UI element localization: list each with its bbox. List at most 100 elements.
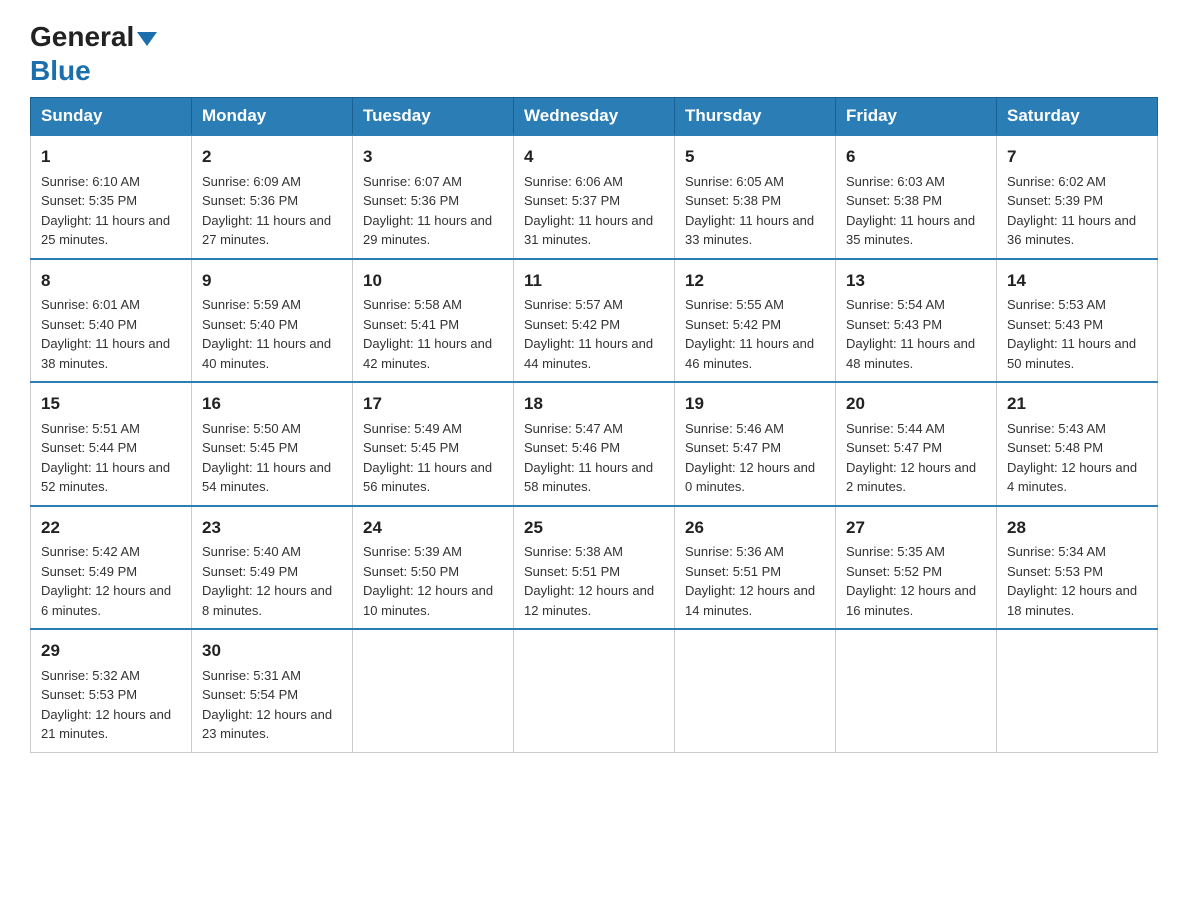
calendar-header-tuesday: Tuesday: [353, 98, 514, 136]
calendar-day-cell: 6Sunrise: 6:03 AMSunset: 5:38 PMDaylight…: [836, 135, 997, 259]
calendar-header-wednesday: Wednesday: [514, 98, 675, 136]
calendar-day-cell: 26 Sunrise: 5:36 AMSunset: 5:51 PMDayligh…: [675, 506, 836, 630]
calendar-header-monday: Monday: [192, 98, 353, 136]
day-info: Sunrise: 5:40 AMSunset: 5:49 PMDaylight:…: [202, 544, 332, 618]
calendar-day-cell: 16 Sunrise: 5:50 AMSunset: 5:45 PMDayligh…: [192, 382, 353, 506]
calendar-day-cell: 14 Sunrise: 5:53 AMSunset: 5:43 PMDayligh…: [997, 259, 1158, 383]
day-info: Sunrise: 5:53 AMSunset: 5:43 PMDaylight:…: [1007, 297, 1136, 371]
day-number: 5: [685, 144, 825, 170]
day-info: Sunrise: 6:05 AMSunset: 5:38 PMDaylight:…: [685, 174, 814, 248]
day-number: 15: [41, 391, 181, 417]
calendar-day-cell: 13Sunrise: 5:54 AMSunset: 5:43 PMDayligh…: [836, 259, 997, 383]
calendar-week-row: 22 Sunrise: 5:42 AMSunset: 5:49 PMDayligh…: [31, 506, 1158, 630]
day-number: 20: [846, 391, 986, 417]
day-info: Sunrise: 5:47 AMSunset: 5:46 PMDaylight:…: [524, 421, 653, 495]
day-number: 16: [202, 391, 342, 417]
day-info: Sunrise: 6:07 AMSunset: 5:36 PMDaylight:…: [363, 174, 492, 248]
calendar-day-cell: 23 Sunrise: 5:40 AMSunset: 5:49 PMDayligh…: [192, 506, 353, 630]
calendar-header-friday: Friday: [836, 98, 997, 136]
day-number: 1: [41, 144, 181, 170]
day-info: Sunrise: 6:01 AMSunset: 5:40 PMDaylight:…: [41, 297, 170, 371]
calendar-day-cell: 29Sunrise: 5:32 AMSunset: 5:53 PMDayligh…: [31, 629, 192, 752]
day-info: Sunrise: 5:59 AMSunset: 5:40 PMDaylight:…: [202, 297, 331, 371]
day-info: Sunrise: 5:34 AMSunset: 5:53 PMDaylight:…: [1007, 544, 1137, 618]
day-info: Sunrise: 5:46 AMSunset: 5:47 PMDaylight:…: [685, 421, 815, 495]
day-number: 19: [685, 391, 825, 417]
day-number: 22: [41, 515, 181, 541]
calendar-day-cell: 11 Sunrise: 5:57 AMSunset: 5:42 PMDayligh…: [514, 259, 675, 383]
calendar-day-cell: 2Sunrise: 6:09 AMSunset: 5:36 PMDaylight…: [192, 135, 353, 259]
calendar-header-row: SundayMondayTuesdayWednesdayThursdayFrid…: [31, 98, 1158, 136]
day-info: Sunrise: 5:38 AMSunset: 5:51 PMDaylight:…: [524, 544, 654, 618]
day-number: 10: [363, 268, 503, 294]
day-number: 13: [846, 268, 986, 294]
calendar-header-saturday: Saturday: [997, 98, 1158, 136]
calendar-week-row: 1 Sunrise: 6:10 AMSunset: 5:35 PMDaylight…: [31, 135, 1158, 259]
day-info: Sunrise: 6:06 AMSunset: 5:37 PMDaylight:…: [524, 174, 653, 248]
calendar-day-cell: 27Sunrise: 5:35 AMSunset: 5:52 PMDayligh…: [836, 506, 997, 630]
calendar-week-row: 15 Sunrise: 5:51 AMSunset: 5:44 PMDayligh…: [31, 382, 1158, 506]
day-info: Sunrise: 5:42 AMSunset: 5:49 PMDaylight:…: [41, 544, 171, 618]
day-number: 30: [202, 638, 342, 664]
calendar-header-sunday: Sunday: [31, 98, 192, 136]
day-number: 2: [202, 144, 342, 170]
day-number: 4: [524, 144, 664, 170]
day-number: 17: [363, 391, 503, 417]
day-number: 9: [202, 268, 342, 294]
calendar-day-cell: 18 Sunrise: 5:47 AMSunset: 5:46 PMDayligh…: [514, 382, 675, 506]
day-number: 23: [202, 515, 342, 541]
day-info: Sunrise: 5:36 AMSunset: 5:51 PMDaylight:…: [685, 544, 815, 618]
day-info: Sunrise: 5:57 AMSunset: 5:42 PMDaylight:…: [524, 297, 653, 371]
calendar-day-cell: [997, 629, 1158, 752]
logo-blue-part: Blue: [30, 54, 160, 88]
calendar-day-cell: [836, 629, 997, 752]
day-info: Sunrise: 5:39 AMSunset: 5:50 PMDaylight:…: [363, 544, 493, 618]
calendar-day-cell: 12 Sunrise: 5:55 AMSunset: 5:42 PMDayligh…: [675, 259, 836, 383]
logo-general-part: General: [30, 20, 134, 54]
calendar-day-cell: [353, 629, 514, 752]
page-header: General Blue: [30, 20, 1158, 87]
day-info: Sunrise: 5:31 AMSunset: 5:54 PMDaylight:…: [202, 668, 332, 742]
day-number: 29: [41, 638, 181, 664]
calendar-week-row: 8 Sunrise: 6:01 AMSunset: 5:40 PMDaylight…: [31, 259, 1158, 383]
day-info: Sunrise: 5:50 AMSunset: 5:45 PMDaylight:…: [202, 421, 331, 495]
calendar-header-thursday: Thursday: [675, 98, 836, 136]
logo-triangle-icon: [137, 32, 157, 46]
calendar-day-cell: 1 Sunrise: 6:10 AMSunset: 5:35 PMDaylight…: [31, 135, 192, 259]
day-number: 11: [524, 268, 664, 294]
calendar-day-cell: 4 Sunrise: 6:06 AMSunset: 5:37 PMDaylight…: [514, 135, 675, 259]
calendar-day-cell: 28Sunrise: 5:34 AMSunset: 5:53 PMDayligh…: [997, 506, 1158, 630]
day-info: Sunrise: 5:51 AMSunset: 5:44 PMDaylight:…: [41, 421, 170, 495]
day-info: Sunrise: 5:35 AMSunset: 5:52 PMDaylight:…: [846, 544, 976, 618]
day-info: Sunrise: 6:10 AMSunset: 5:35 PMDaylight:…: [41, 174, 170, 248]
day-info: Sunrise: 5:43 AMSunset: 5:48 PMDaylight:…: [1007, 421, 1137, 495]
calendar-day-cell: 30 Sunrise: 5:31 AMSunset: 5:54 PMDayligh…: [192, 629, 353, 752]
calendar-day-cell: 3Sunrise: 6:07 AMSunset: 5:36 PMDaylight…: [353, 135, 514, 259]
day-info: Sunrise: 6:02 AMSunset: 5:39 PMDaylight:…: [1007, 174, 1136, 248]
day-info: Sunrise: 5:55 AMSunset: 5:42 PMDaylight:…: [685, 297, 814, 371]
logo: General Blue: [30, 20, 160, 87]
calendar-day-cell: 15 Sunrise: 5:51 AMSunset: 5:44 PMDayligh…: [31, 382, 192, 506]
day-number: 18: [524, 391, 664, 417]
day-number: 6: [846, 144, 986, 170]
calendar-day-cell: 17 Sunrise: 5:49 AMSunset: 5:45 PMDayligh…: [353, 382, 514, 506]
calendar-day-cell: 20Sunrise: 5:44 AMSunset: 5:47 PMDayligh…: [836, 382, 997, 506]
day-number: 8: [41, 268, 181, 294]
logo-combined: General Blue: [30, 20, 160, 87]
calendar-day-cell: [514, 629, 675, 752]
calendar-day-cell: 10 Sunrise: 5:58 AMSunset: 5:41 PMDayligh…: [353, 259, 514, 383]
calendar-day-cell: [675, 629, 836, 752]
day-number: 26: [685, 515, 825, 541]
calendar-day-cell: 5 Sunrise: 6:05 AMSunset: 5:38 PMDaylight…: [675, 135, 836, 259]
day-info: Sunrise: 5:49 AMSunset: 5:45 PMDaylight:…: [363, 421, 492, 495]
calendar-day-cell: 9 Sunrise: 5:59 AMSunset: 5:40 PMDaylight…: [192, 259, 353, 383]
calendar-day-cell: 19 Sunrise: 5:46 AMSunset: 5:47 PMDayligh…: [675, 382, 836, 506]
calendar-day-cell: 8 Sunrise: 6:01 AMSunset: 5:40 PMDaylight…: [31, 259, 192, 383]
calendar-day-cell: 25Sunrise: 5:38 AMSunset: 5:51 PMDayligh…: [514, 506, 675, 630]
calendar-day-cell: 24Sunrise: 5:39 AMSunset: 5:50 PMDayligh…: [353, 506, 514, 630]
day-number: 14: [1007, 268, 1147, 294]
calendar-day-cell: 21Sunrise: 5:43 AMSunset: 5:48 PMDayligh…: [997, 382, 1158, 506]
day-info: Sunrise: 5:58 AMSunset: 5:41 PMDaylight:…: [363, 297, 492, 371]
day-number: 7: [1007, 144, 1147, 170]
day-number: 12: [685, 268, 825, 294]
